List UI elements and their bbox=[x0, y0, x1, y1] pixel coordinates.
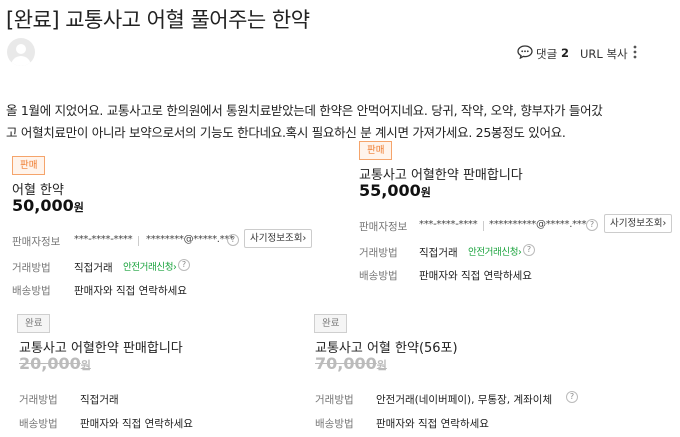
post-body-line: 고 어혈치료만이 아니라 보약으로서의 기능도 한다네요.혹시 필요하신 분 계… bbox=[6, 125, 566, 140]
trade-method-value: 직접거래 bbox=[74, 262, 113, 274]
more-options-icon[interactable] bbox=[631, 44, 639, 60]
help-icon[interactable]: ? bbox=[566, 391, 578, 403]
delivery-method-label: 배송방법 bbox=[315, 418, 354, 430]
seller-email: **********@*****.*** bbox=[489, 219, 587, 230]
safe-trade-link[interactable]: 안전거래신청› bbox=[468, 244, 522, 258]
delivery-method-value: 판매자와 직접 연락하세요 bbox=[80, 418, 193, 430]
trade-method-label: 거래방법 bbox=[19, 394, 58, 406]
product-price: 20,000원 bbox=[19, 354, 91, 373]
post-body: 올 1월에 지었어요. 교통사고로 한의원에서 통원치료받았는데 한약은 안먹어… bbox=[6, 100, 603, 144]
url-copy-button[interactable]: URL 복사 bbox=[580, 46, 628, 62]
avatar[interactable] bbox=[7, 38, 35, 66]
seller-info-label: 판매자정보 bbox=[12, 236, 61, 248]
trade-method-value: 직접거래 bbox=[80, 394, 119, 406]
help-icon[interactable]: ? bbox=[178, 259, 190, 271]
comment-button[interactable]: 댓글 bbox=[536, 46, 557, 62]
status-badge: 완료 bbox=[17, 314, 51, 333]
status-badge: 판매 bbox=[359, 141, 393, 160]
delivery-method-value: 판매자와 직접 연락하세요 bbox=[419, 270, 532, 282]
divider bbox=[138, 236, 139, 246]
post-title: [완료] 교통사고 어혈 풀어주는 한약 bbox=[6, 8, 310, 32]
delivery-method-value: 판매자와 직접 연락하세요 bbox=[376, 418, 489, 430]
help-icon[interactable]: ? bbox=[586, 219, 598, 231]
trade-method-label: 거래방법 bbox=[315, 394, 354, 406]
product-price: 70,000원 bbox=[315, 354, 387, 373]
fraud-check-button[interactable]: 사기정보조회› bbox=[604, 214, 673, 233]
product-price: 50,000원 bbox=[12, 196, 84, 215]
post-body-line: 올 1월에 지었어요. 교통사고로 한의원에서 통원치료받았는데 한약은 안먹어… bbox=[6, 103, 603, 118]
fraud-check-button[interactable]: 사기정보조회› bbox=[244, 229, 313, 248]
delivery-method-label: 배송방법 bbox=[359, 270, 398, 282]
seller-email: ********@*****.*** bbox=[146, 234, 234, 245]
help-icon[interactable]: ? bbox=[227, 234, 239, 246]
safe-trade-link[interactable]: 안전거래신청› bbox=[123, 259, 177, 273]
divider bbox=[483, 221, 484, 231]
seller-phone: ***-****-**** bbox=[74, 234, 133, 245]
delivery-method-label: 배송방법 bbox=[19, 418, 58, 430]
trade-method-label: 거래방법 bbox=[359, 247, 398, 259]
trade-method-value: 안전거래(네이버페이), 무통장, 계좌이체 bbox=[376, 394, 553, 406]
delivery-method-value: 판매자와 직접 연락하세요 bbox=[74, 285, 187, 297]
trade-method-label: 거래방법 bbox=[12, 262, 51, 274]
seller-phone: ***-****-**** bbox=[419, 219, 478, 230]
help-icon[interactable]: ? bbox=[523, 244, 535, 256]
status-badge: 완료 bbox=[314, 314, 348, 333]
product-price: 55,000원 bbox=[359, 181, 431, 200]
trade-method-value: 직접거래 bbox=[419, 247, 458, 259]
comment-count: 2 bbox=[561, 46, 570, 60]
seller-info-label: 판매자정보 bbox=[359, 221, 408, 233]
status-badge: 판매 bbox=[12, 156, 46, 175]
delivery-method-label: 배송방법 bbox=[12, 285, 51, 297]
comment-icon[interactable] bbox=[517, 45, 533, 59]
